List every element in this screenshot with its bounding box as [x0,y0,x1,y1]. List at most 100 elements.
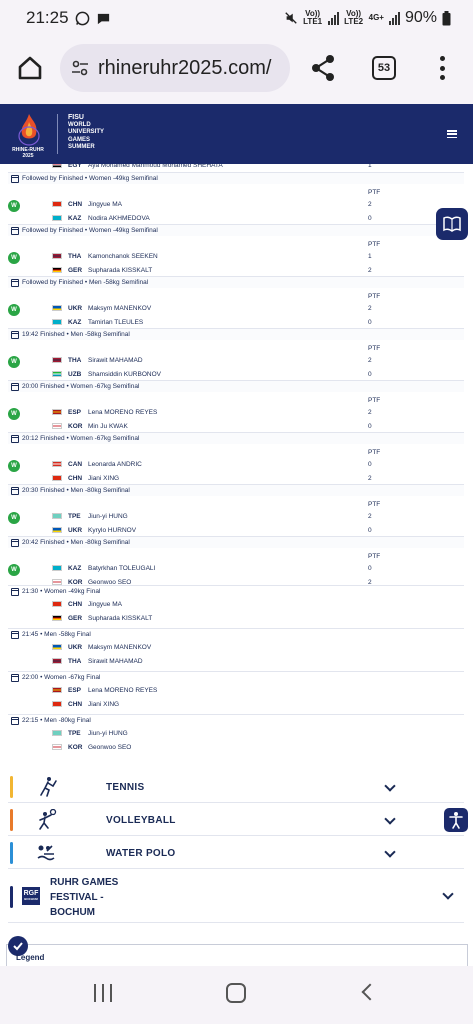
score: 0 [368,460,372,468]
site-header: RHINE-RUHR 2025 FISU WORLD UNIVERSITY GA… [0,104,473,164]
flag-icon [52,253,62,259]
athlete-row[interactable]: TPE Jiun-yi HUNG 2 [52,511,452,521]
chevron-down-icon[interactable] [442,888,454,900]
athlete-name: Sirawit MAHAMAD [88,657,143,665]
tab-switcher-button[interactable]: 53 [372,56,396,80]
calendar-icon [11,278,19,287]
flag-icon [52,601,62,607]
home-icon[interactable] [16,54,44,82]
ptf-label: PTF [368,241,381,248]
recent-apps-icon[interactable] [94,984,112,1002]
athlete-row[interactable]: UKR Maksym MANENKOV [52,642,452,652]
sport-row-festival[interactable]: RGF BOCHUM RUHR GAMES FESTIVAL - BOCHUM [8,872,464,922]
calendar-icon [11,174,19,183]
athlete-row[interactable]: GER Supharada KISSKALT 2 [52,265,452,275]
athlete-row[interactable]: KAZ Tamirlan TLEULES 0 [52,317,452,327]
athlete-row[interactable]: CHN Jingyue MA [52,599,452,609]
mute-icon [284,12,297,24]
sport-color-bar [10,886,13,908]
athlete-row[interactable]: CHN Jingyue MA 2 [52,199,452,209]
fisu-line: GAMES [68,136,91,143]
athlete-name: Supharada KISSKALT [88,266,153,274]
hamburger-menu-icon[interactable] [447,130,457,138]
athlete-row[interactable]: CHN Jiani XING [52,699,452,709]
sport-row-volleyball[interactable]: VOLLEYBALL [8,805,464,835]
score: 0 [368,370,372,378]
athlete-name: Kyrylo HURNOV [88,526,137,534]
athlete-row[interactable]: KOR Geonwoo SEO [52,742,452,752]
sport-row-tennis[interactable]: TENNIS [8,772,464,802]
score: 2 [368,266,372,274]
winner-badge: W [8,356,20,368]
athlete-row[interactable]: KAZ Nodira AKHMEDOVA 0 [52,213,452,223]
calendar-icon [11,716,19,725]
winner-badge: W [8,512,20,524]
athlete-row[interactable]: THA Sirawit MAHAMAD 2 [52,355,452,365]
athlete-row[interactable]: ESP Lena MORENO REYES 2 [52,407,452,417]
legend-title: Legend [16,953,45,962]
chevron-down-icon[interactable] [384,813,396,825]
athlete-row[interactable]: KOR Min Ju KWAK 0 [52,421,452,431]
athlete-row[interactable]: THA Sirawit MAHAMAD [52,656,452,666]
final-caption: 22:15 • Men -80kg Final [22,717,91,724]
score: 0 [368,422,372,430]
sim2-label: Vo)) LTE2 [344,9,364,26]
ptf-label: PTF [368,293,381,300]
sport-row-water-polo[interactable]: WATER POLO [8,838,464,868]
final-caption: 21:30 • Women -49kg Final [22,588,101,595]
athlete-row[interactable]: THA Kamonchanok SEEKEN 1 [52,251,452,261]
accessibility-icon [449,812,463,829]
calendar-icon [11,330,19,339]
chevron-down-icon[interactable] [384,780,396,792]
country-code: THA [68,657,82,665]
signal-icon-2 [388,11,400,25]
score: 0 [368,214,372,222]
winner-badge: W [8,460,20,472]
browser-toolbar: rhineruhr2025.com/ 53 [0,36,473,104]
athlete-row[interactable]: UKR Kyrylo HURNOV 0 [52,525,452,535]
water-polo-icon [37,845,55,861]
chevron-down-icon[interactable] [384,846,396,858]
divider [8,868,464,869]
athlete-row[interactable]: UKR Maksym MANENKOV 2 [52,303,452,313]
final-header: 22:15 • Men -80kg Final [8,714,464,726]
flag-icon [52,475,62,481]
fisu-line: FISU [68,114,84,121]
athlete-row[interactable]: ESP Lena MORENO REYES [52,685,452,695]
athlete-name: Aya Mohamed Mahmoud Mohamed SHEHATA [88,164,223,169]
athlete-row[interactable]: GER Supharada KISSKALT [52,613,452,623]
site-settings-icon[interactable] [70,58,90,78]
fisu-line: UNIVERSITY [68,129,105,135]
address-bar[interactable]: rhineruhr2025.com/ [60,44,290,92]
match-header: 20:30 Finished • Men -80kg Semifinal [8,484,464,496]
ptf-label: PTF [368,553,381,560]
ptf-label: PTF [368,501,381,508]
festival-line: RUHR GAMES [50,877,119,888]
athlete-row[interactable]: KAZ Batyrkhan TOLEUGALI 0 [52,563,452,573]
score: 0 [368,526,372,534]
winner-badge: W [8,252,20,264]
athlete-name: Shamsiddin KURBONOV [88,370,161,378]
games-logo-icon[interactable] [16,112,42,146]
country-code: CAN [68,460,83,468]
athlete-row[interactable]: CAN Leonarda ANDRIC 0 [52,459,452,469]
country-code: KOR [68,422,83,430]
match-header: Followed by Finished • Men -58kg Semifin… [8,276,464,288]
url-text[interactable]: rhineruhr2025.com/ [98,57,271,80]
divider [8,802,464,803]
flag-icon [52,687,62,693]
athlete-row[interactable]: CHN Jiani XING 2 [52,473,452,483]
overflow-menu-icon[interactable] [438,56,446,80]
back-icon[interactable] [361,983,379,1001]
network-label: 4G+ [368,13,384,22]
home-nav-icon[interactable] [226,983,246,1003]
flag-icon [52,215,62,221]
athlete-row[interactable]: EGY Aya Mohamed Mahmoud Mohamed SHEHATA 1 [52,164,452,170]
share-icon[interactable] [310,54,336,82]
athlete-row[interactable]: TPE Jiun-yi HUNG [52,728,452,738]
score: 1 [368,252,372,260]
athlete-row[interactable]: UZB Shamsiddin KURBONOV 0 [52,369,452,379]
logo-caption: RHINE-RUHR 2025 [12,147,44,159]
accessibility-button[interactable] [444,808,468,832]
reader-mode-button[interactable] [436,208,468,240]
